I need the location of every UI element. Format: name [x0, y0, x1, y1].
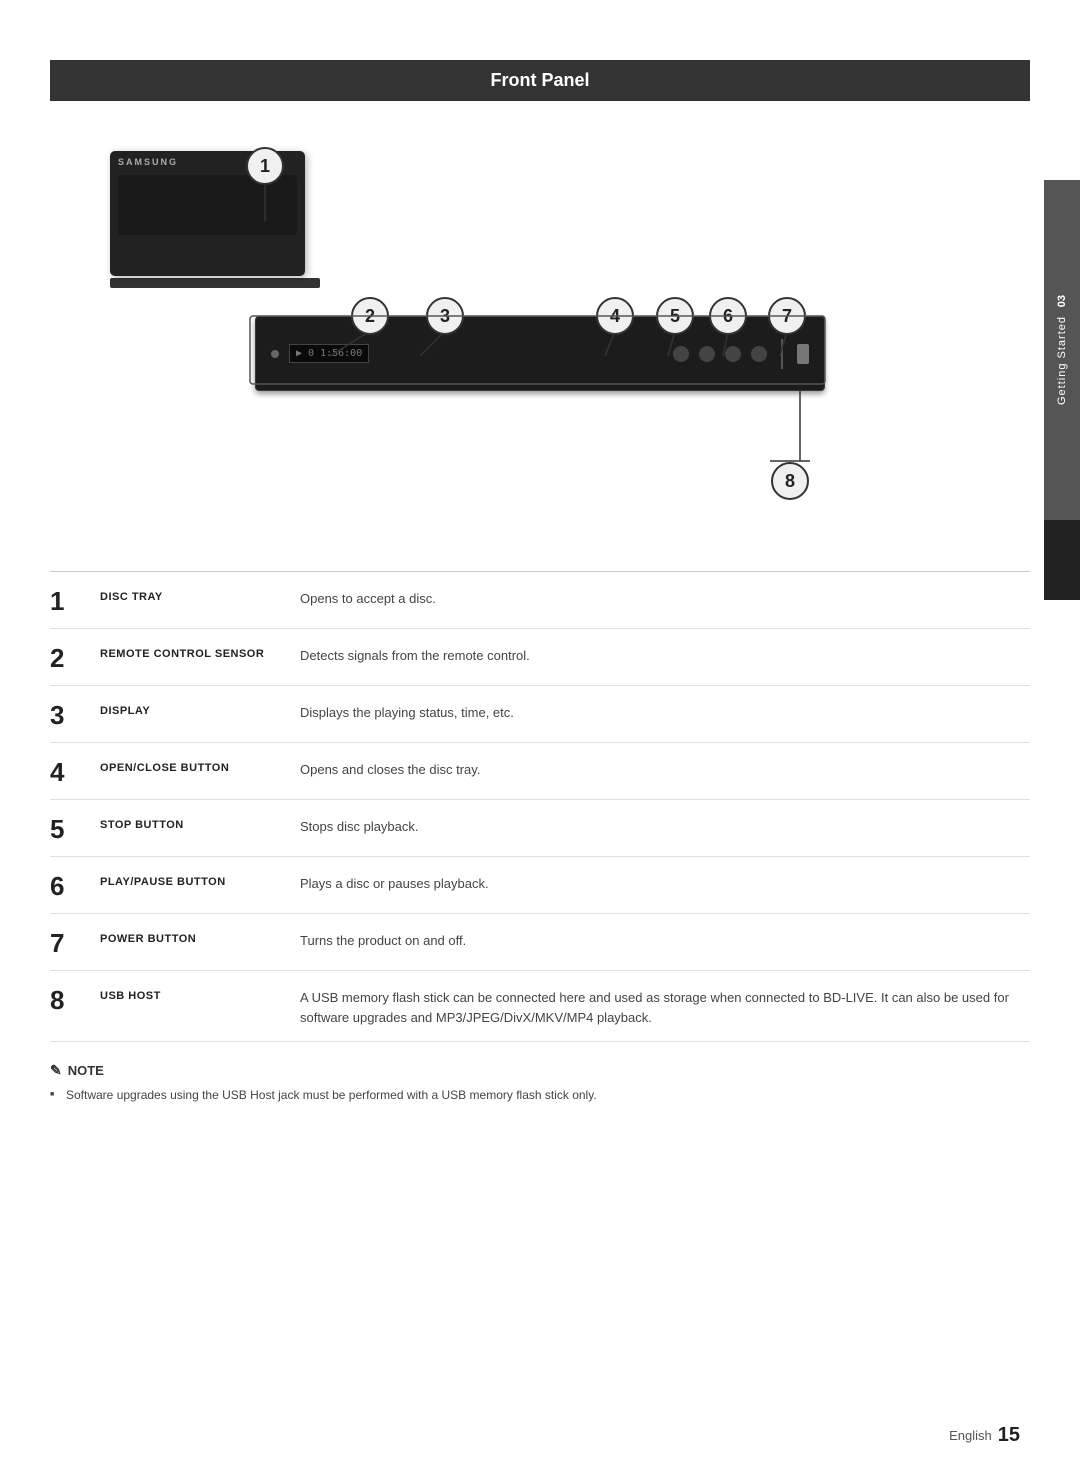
item-label-6: PLAY/PAUSE BUTTON — [100, 871, 300, 888]
item-row-2: 2 REMOTE CONTROL SENSOR Detects signals … — [50, 629, 1030, 686]
section-header: Front Panel — [50, 60, 1030, 101]
device-front-left: ▶ 0 1:56:00 — [271, 344, 673, 363]
footer-lang: English — [949, 1428, 992, 1443]
item-label-2: REMOTE CONTROL SENSOR — [100, 643, 300, 660]
item-label-5: STOP BUTTON — [100, 814, 300, 831]
item-desc-7: Turns the product on and off. — [300, 928, 1030, 951]
item-number-3: 3 — [50, 700, 100, 728]
item-number-1: 1 — [50, 586, 100, 614]
item-label-4: OPEN/CLOSE BUTTON — [100, 757, 300, 774]
page-footer: English 15 — [949, 1424, 1020, 1447]
item-number-2: 2 — [50, 643, 100, 671]
device-top-view: SAMSUNG — [110, 151, 320, 288]
device-front-right — [673, 339, 809, 369]
sidebar-chapter-label: Getting Started — [1056, 316, 1068, 405]
device-top-inner — [118, 175, 297, 235]
divider — [781, 339, 783, 369]
item-number-7: 7 — [50, 928, 100, 956]
item-desc-4: Opens and closes the disc tray. — [300, 757, 1030, 780]
item-number-5: 5 — [50, 814, 100, 842]
item-desc-3: Displays the playing status, time, etc. — [300, 700, 1030, 723]
device-front-view: ▶ 0 1:56:00 — [255, 316, 825, 391]
note-label: NOTE — [68, 1063, 104, 1078]
item-desc-6: Plays a disc or pauses playback. — [300, 871, 1030, 894]
svg-text:8: 8 — [785, 471, 795, 491]
item-desc-1: Opens to accept a disc. — [300, 586, 1030, 609]
item-label-8: USB HOST — [100, 985, 300, 1002]
sidebar-black-block — [1044, 520, 1080, 600]
note-item-1: Software upgrades using the USB Host jac… — [50, 1087, 1030, 1104]
item-label-1: DISC TRAY — [100, 586, 300, 603]
stop-btn — [699, 346, 715, 362]
item-row-7: 7 POWER BUTTON Turns the product on and … — [50, 914, 1030, 971]
main-content: Front Panel SAMSUNG ▶ 0 1:56:00 — [50, 0, 1030, 1134]
front-display: ▶ 0 1:56:00 — [289, 344, 369, 363]
item-row-5: 5 STOP BUTTON Stops disc playback. — [50, 800, 1030, 857]
page: 03 Getting Started Front Panel SAMSUNG — [0, 0, 1080, 1477]
item-row-8: 8 USB HOST A USB memory flash stick can … — [50, 971, 1030, 1042]
front-sensor — [271, 350, 279, 358]
note-title: ✎ NOTE — [50, 1062, 1030, 1079]
samsung-logo: SAMSUNG — [110, 151, 305, 167]
item-number-8: 8 — [50, 985, 100, 1013]
play-pause-btn — [725, 346, 741, 362]
item-row-4: 4 OPEN/CLOSE BUTTON Opens and closes the… — [50, 743, 1030, 800]
item-label-3: DISPLAY — [100, 700, 300, 717]
device-stand — [110, 278, 320, 288]
item-number-6: 6 — [50, 871, 100, 899]
sidebar-chapter-number: 03 — [1056, 295, 1068, 307]
section-title: Front Panel — [490, 70, 589, 90]
note-pencil-icon: ✎ — [50, 1062, 62, 1079]
item-row-1: 1 DISC TRAY Opens to accept a disc. — [50, 572, 1030, 629]
sidebar-tab: 03 Getting Started — [1044, 180, 1080, 520]
item-row-3: 3 DISPLAY Displays the playing status, t… — [50, 686, 1030, 743]
device-top-outer: SAMSUNG — [110, 151, 305, 276]
note-section: ✎ NOTE Software upgrades using the USB H… — [50, 1062, 1030, 1134]
open-close-btn — [673, 346, 689, 362]
item-desc-5: Stops disc playback. — [300, 814, 1030, 837]
item-desc-2: Detects signals from the remote control. — [300, 643, 1030, 666]
page-number: 15 — [998, 1424, 1020, 1447]
power-btn — [751, 346, 767, 362]
item-number-4: 4 — [50, 757, 100, 785]
item-row-6: 6 PLAY/PAUSE BUTTON Plays a disc or paus… — [50, 857, 1030, 914]
usb-port — [797, 344, 809, 364]
item-desc-8: A USB memory flash stick can be connecte… — [300, 985, 1030, 1027]
items-list: 1 DISC TRAY Opens to accept a disc. 2 RE… — [50, 571, 1030, 1042]
diagram-area: SAMSUNG ▶ 0 1:56:00 — [50, 121, 1030, 541]
item-label-7: POWER BUTTON — [100, 928, 300, 945]
